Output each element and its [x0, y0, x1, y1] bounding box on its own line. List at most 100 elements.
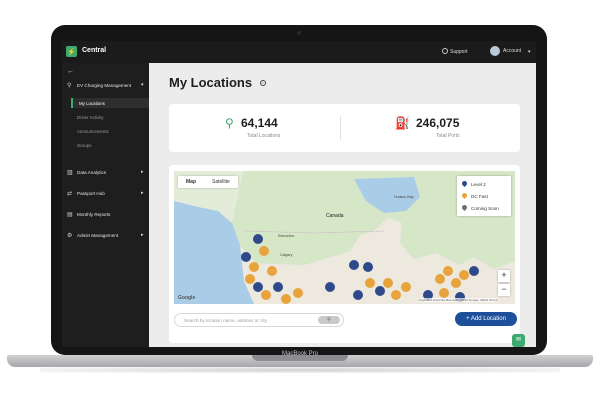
search-input[interactable]: Search by location name, address or city… — [174, 313, 344, 327]
pin-dc-fast — [267, 266, 277, 276]
chevron-down-icon: ▾ — [141, 82, 144, 88]
location-pin-icon: ⚲ — [225, 116, 234, 130]
chevron-right-icon: ▸ — [141, 190, 144, 196]
map-pin-icon — [460, 179, 469, 188]
sidebar-item-label: EV Charging Management — [77, 83, 132, 88]
search-icon[interactable]: ⚲ — [318, 316, 340, 324]
legend-label: DC Fast — [471, 194, 488, 199]
report-icon: ▤ — [67, 212, 73, 218]
support-link[interactable]: Support — [442, 48, 468, 55]
chat-icon[interactable]: ✉ — [512, 334, 525, 347]
main-content: My Locations i ⚲ 64,144 Total Locations … — [149, 63, 536, 347]
map-label-canada: Canada — [326, 213, 344, 219]
support-label: Support — [450, 49, 468, 55]
legend-label: Coming Soon — [471, 206, 499, 211]
pin-dc-fast — [259, 246, 269, 256]
sidebar-item-label: Admin Management — [77, 233, 119, 238]
pin-dc-fast — [435, 274, 445, 284]
pin-level2 — [241, 252, 251, 262]
stats-divider — [340, 116, 341, 140]
pin-dc-fast — [261, 290, 271, 300]
zoom-out-button[interactable]: − — [498, 284, 510, 296]
pin-dc-fast — [281, 294, 291, 304]
pin-level2 — [273, 282, 283, 292]
screen: ⚡ Central Support Account ▾ ← ⚲ EV Charg… — [62, 41, 536, 347]
map-pin-icon — [460, 191, 469, 200]
location-icon: ⚲ — [67, 83, 72, 89]
chevron-right-icon: ▸ — [141, 232, 144, 238]
map-type-tabs: Map Satellite — [178, 176, 238, 188]
sidebar-item-label: Data Analytics — [77, 170, 107, 175]
pin-level2 — [325, 282, 335, 292]
map-label-hudson-bay: Hudson Bay — [394, 195, 414, 199]
help-icon — [442, 48, 448, 54]
pin-dc-fast — [245, 274, 255, 284]
map-legend: Level 2 DC Fast Coming Soon — [457, 176, 511, 216]
app-logo-icon[interactable]: ⚡ — [66, 46, 77, 57]
legend-coming-soon: Coming Soon — [460, 203, 499, 212]
pin-dc-fast — [451, 278, 461, 288]
pin-dc-fast — [383, 278, 393, 288]
zoom-in-button[interactable]: + — [498, 270, 510, 282]
avatar[interactable] — [490, 46, 500, 56]
pin-level2 — [253, 234, 263, 244]
camera — [297, 31, 301, 35]
pin-dc-fast — [459, 270, 469, 280]
pin-dc-fast — [249, 262, 259, 272]
sidebar: ← ⚲ EV Charging Management ▾ My Location… — [62, 63, 149, 347]
chart-icon: ▥ — [67, 170, 73, 176]
total-locations-value: 64,144 — [241, 116, 278, 130]
sidebar-subitem-driver-activity[interactable]: Driver Activity — [77, 115, 104, 120]
total-ports-label: Total Ports — [436, 133, 460, 139]
chevron-down-icon[interactable]: ▾ — [528, 49, 531, 55]
pin-level2 — [353, 290, 363, 300]
map-card: Canada Hudson Bay Edmonton Calgary Map S… — [169, 165, 525, 347]
page-title: My Locations — [169, 75, 253, 90]
sidebar-item-label: Monthly Reports — [77, 212, 111, 217]
sidebar-subitem-announcements[interactable]: Announcements — [77, 129, 109, 134]
map-pin-icon — [460, 203, 469, 212]
legend-label: Level 2 — [471, 182, 486, 187]
tab-map[interactable]: Map — [178, 176, 204, 188]
total-ports-value: 246,075 — [416, 116, 460, 130]
map-label-calgary: Calgary — [280, 253, 293, 257]
pin-dc-fast — [293, 288, 303, 298]
pin-level2 — [253, 282, 263, 292]
map-label-edmonton: Edmonton — [278, 234, 295, 238]
pin-level2 — [375, 286, 385, 296]
info-icon[interactable]: i — [260, 80, 266, 86]
pin-dc-fast — [401, 282, 411, 292]
chevron-right-icon: ▸ — [141, 169, 144, 175]
laptop-shadow — [40, 367, 560, 373]
device-scene: ⚡ Central Support Account ▾ ← ⚲ EV Charg… — [0, 0, 600, 400]
pin-dc-fast — [439, 288, 449, 298]
app-name: Central — [82, 47, 107, 54]
gear-icon: ⚙ — [67, 233, 73, 239]
tab-satellite[interactable]: Satellite — [204, 176, 238, 188]
search-placeholder: Search by location name, address or city — [184, 318, 267, 323]
pin-dc-fast — [443, 266, 453, 276]
pin-level2 — [349, 260, 359, 270]
pin-level2 — [469, 266, 479, 276]
google-logo: Google — [178, 295, 196, 301]
pin-dc-fast — [391, 290, 401, 300]
map-attribution[interactable]: Keyboard shortcuts Map data ©2024 Google… — [419, 298, 498, 302]
sidebar-item-label: Passport Hub — [77, 191, 105, 196]
total-locations-label: Total Locations — [247, 133, 281, 139]
sidebar-subitem-label: My Locations — [79, 101, 105, 106]
passport-icon: ⇄ — [67, 191, 73, 197]
add-location-button[interactable]: + Add Location — [455, 312, 517, 326]
locations-map[interactable]: Canada Hudson Bay Edmonton Calgary Map S… — [174, 171, 515, 304]
sidebar-subitem-groups[interactable]: Groups — [77, 143, 91, 148]
legend-level2: Level 2 — [460, 179, 486, 188]
pin-dc-fast — [365, 278, 375, 288]
account-menu[interactable]: Account — [503, 48, 521, 54]
pin-level2 — [363, 262, 373, 272]
device-model-label: MacBook Pro — [281, 351, 318, 357]
laptop-bezel: ⚡ Central Support Account ▾ ← ⚲ EV Charg… — [51, 25, 547, 355]
charging-station-icon: ⛽ — [395, 116, 410, 130]
sidebar-subitem-my-locations[interactable]: My Locations — [71, 98, 149, 108]
legend-dc-fast: DC Fast — [460, 191, 488, 200]
back-arrow-icon[interactable]: ← — [67, 68, 74, 75]
top-bar: ⚡ Central Support Account ▾ — [62, 41, 536, 63]
